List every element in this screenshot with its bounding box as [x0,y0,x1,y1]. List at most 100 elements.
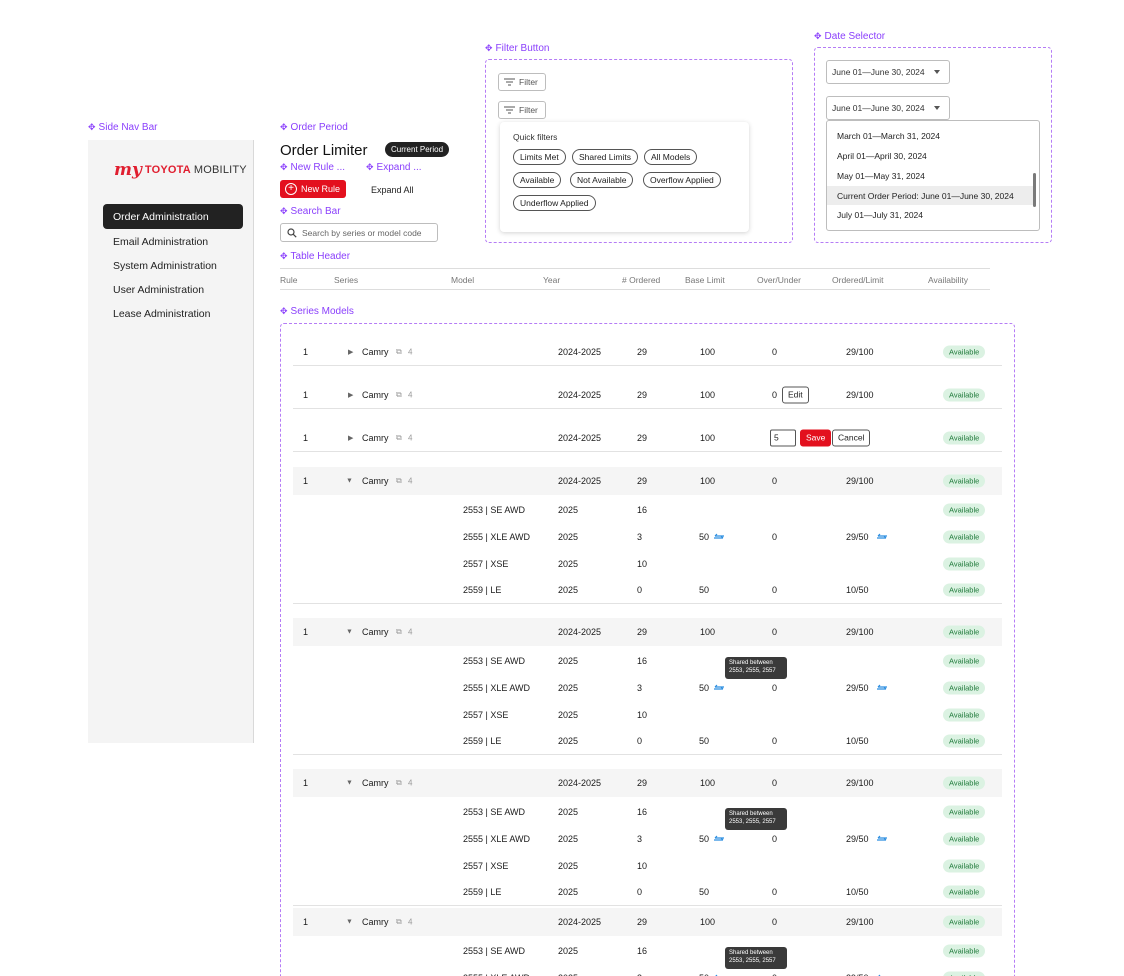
sidebar-item-order-administration[interactable]: Order Administration [103,204,243,229]
chevron-down-icon[interactable]: ▼ [346,629,353,636]
model-cell: 2553 | SE AWD [463,655,526,666]
sidebar-item-user-administration[interactable]: User Administration [103,277,243,302]
new-rule-button[interactable]: + New Rule [280,180,346,198]
base-limit-cell: 100 [700,346,716,357]
series-row[interactable]: 1 ▶ Camry ⧉ 4 2024-2025 29 100 0 Edit 29/100 Availa… [293,381,1002,409]
date-option-current-june[interactable]: Current Order Period: June 01—June 30, 2… [827,186,1036,205]
date-option-march[interactable]: March 01—March 31, 2024 [827,126,1036,145]
column-rule[interactable]: Rule [280,275,297,285]
availability-badge: Available [943,625,986,639]
chevron-down-icon[interactable]: ▼ [346,780,353,787]
chevron-down-icon[interactable]: ▼ [346,478,353,485]
ordered-cell: 29 [637,346,648,357]
series-row[interactable]: 1 ▼ Camry ⧉ 4 2024-2025 29 100 0 29/100 Available [293,467,1002,495]
chip-not-available[interactable]: Not Available [570,172,634,188]
chip-underflow-applied[interactable]: Underflow Applied [513,195,596,211]
availability-badge: Available [943,557,986,570]
sidebar-item-email-administration[interactable]: Email Administration [103,229,243,254]
model-count-icon: ⧉ [396,627,402,636]
model-row[interactable]: 2555 | XLE AWD 2025 3 50 0 29/50 Available [293,825,1002,852]
column-year[interactable]: Year [543,275,560,285]
model-row[interactable]: 2555 | XLE AWD 2025 3 50 0 29/50 Available [293,964,1002,976]
shared-limit-icon[interactable] [713,835,725,843]
annotation-series-models: ✥ Series Models [280,306,354,317]
shared-limit-icon[interactable] [713,533,725,541]
series-row[interactable]: 1 ▶ Camry ⧉ 4 2024-2025 29 100 0 29/100 Available [293,338,1002,366]
model-row[interactable]: 2555 | XLE AWD 2025 3 50 0 29/50 Available [293,523,1002,550]
over-under-cell: 0 [772,476,778,486]
sidebar-item-lease-administration[interactable]: Lease Administration [103,301,243,326]
edit-button[interactable]: Edit [782,386,809,403]
model-count-icon: ⧉ [396,476,402,485]
series-row[interactable]: 1 ▼ Camry ⧉ 4 2024-2025 29 100 0 29/100 Available [293,769,1002,797]
shared-limit-icon[interactable] [713,684,725,692]
chip-all-models[interactable]: All Models [644,149,698,165]
model-count-icon: ⧉ [396,389,402,399]
model-row[interactable]: 2559 | LE 2025 0 50 0 10/50 Available [293,728,1002,755]
column-series[interactable]: Series [334,275,358,285]
shared-limit-tooltip: Shared between 2553, 2555, 2557 [725,657,787,679]
date-option-july[interactable]: July 01—July 31, 2024 [827,205,1036,224]
availability-badge: Available [943,345,986,358]
series-row[interactable]: 1 ▼ Camry ⧉ 4 2024-2025 29 100 0 29/100 Available [293,618,1002,646]
chip-shared-limits[interactable]: Shared Limits [572,149,638,165]
search-bar[interactable] [280,223,438,242]
filter-button-open[interactable]: Filter [498,101,546,119]
series-cell: Camry [362,432,389,443]
column-availability[interactable]: Availability [928,275,968,285]
chip-limits-met[interactable]: Limits Met [513,149,566,165]
chevron-right-icon[interactable]: ▶ [348,391,353,399]
chevron-right-icon[interactable]: ▶ [348,434,353,442]
shared-limit-icon[interactable] [876,684,888,692]
model-row[interactable]: 2553 | SE AWD 2025 16 Available [293,647,1002,674]
model-row[interactable]: 2557 | XSE 2025 10 Available [293,852,1002,879]
model-count-icon: ⧉ [396,917,402,926]
date-selector-open[interactable]: June 01—June 30, 2024 [826,96,950,120]
availability-badge: Available [943,832,986,845]
series-row[interactable]: 1 ▶ Camry ⧉ 4 2024-2025 29 100 5 Save Cancel Availa… [293,424,1002,452]
year-cell: 2024-2025 [558,476,602,486]
dropdown-scrollbar[interactable] [1033,173,1036,207]
date-selector[interactable]: June 01—June 30, 2024 [826,60,950,84]
expand-all-button[interactable]: Expand All [371,185,414,195]
column-ordered[interactable]: # Ordered [622,275,660,285]
model-row[interactable]: 2553 | SE AWD 2025 16 Available [293,798,1002,825]
date-option-may[interactable]: May 01—May 31, 2024 [827,166,1036,185]
model-count: 4 [408,476,413,486]
shared-limit-icon[interactable] [876,835,888,843]
cancel-button[interactable]: Cancel [832,429,871,446]
chip-available[interactable]: Available [513,172,562,188]
over-under-cell: 0 [772,736,778,746]
sidebar-item-system-administration[interactable]: System Administration [103,253,243,278]
column-over-under[interactable]: Over/Under [757,275,801,285]
year-cell: 2025 [558,504,579,515]
model-row[interactable]: 2553 | SE AWD 2025 16 Available [293,937,1002,964]
model-row[interactable]: 2553 | SE AWD 2025 16 Available [293,496,1002,523]
filter-button[interactable]: Filter [498,73,546,91]
model-row[interactable]: 2557 | XSE 2025 10 Available [293,701,1002,728]
model-row[interactable]: 2559 | LE 2025 0 50 0 10/50 Available [293,577,1002,604]
ordered-cell: 3 [637,531,643,542]
chevron-right-icon[interactable]: ▶ [348,348,353,356]
over-under-input[interactable]: 5 [770,429,796,446]
over-under-cell: 0 [772,887,778,897]
chevron-down-icon[interactable]: ▼ [346,919,353,926]
save-button[interactable]: Save [800,429,832,446]
annotation-search-bar: ✥ Search Bar [280,206,341,217]
column-model[interactable]: Model [451,275,474,285]
series-row[interactable]: 1 ▼ Camry ⧉ 4 2024-2025 29 100 0 29/100 Available [293,908,1002,936]
model-row[interactable]: 2555 | XLE AWD 2025 3 50 0 29/50 Available [293,674,1002,701]
date-option-april[interactable]: April 01—April 30, 2024 [827,146,1036,165]
column-ordered-limit[interactable]: Ordered/Limit [832,275,884,285]
shared-limit-icon[interactable] [876,533,888,541]
column-base-limit[interactable]: Base Limit [685,275,725,285]
base-limit-cell: 50 [699,833,710,844]
over-under-cell: 0 [772,627,778,637]
model-row[interactable]: 2559 | LE 2025 0 50 0 10/50 Available [293,879,1002,906]
year-cell: 2024-2025 [558,917,602,927]
base-limit-cell: 100 [700,627,716,637]
chip-overflow-applied[interactable]: Overflow Applied [643,172,721,188]
model-row[interactable]: 2557 | XSE 2025 10 Available [293,550,1002,577]
search-input[interactable] [302,227,430,238]
annotation-date-selector: ✥ Date Selector [814,31,886,42]
